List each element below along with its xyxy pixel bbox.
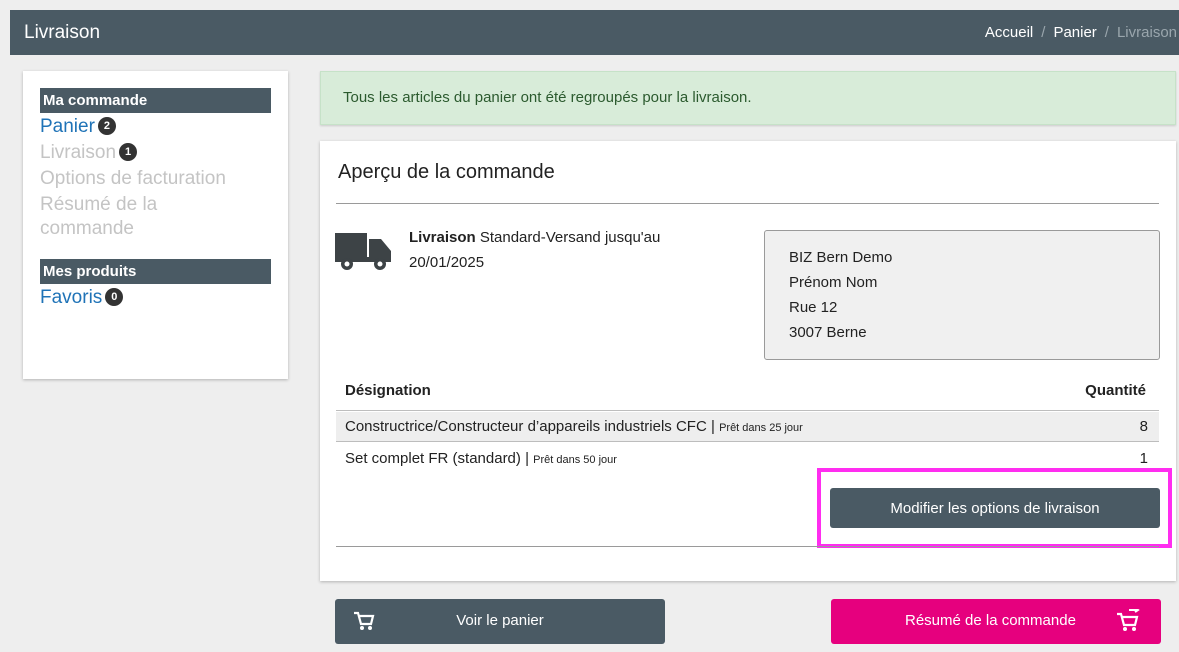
divider (336, 546, 1159, 547)
table-row: Constructrice/Constructeur d’appareils i… (336, 412, 1159, 442)
item-availability: Prêt dans 50 jour (533, 453, 617, 466)
shipping-date: 20/01/2025 (409, 254, 485, 271)
sidebar-item-favorites[interactable]: Favoris 0 (40, 286, 271, 310)
modify-delivery-options-button[interactable]: Modifier les options de livraison (830, 488, 1160, 528)
item-name: Set complet FR (standard) (345, 449, 521, 467)
delivery-count-badge: 1 (119, 142, 138, 161)
address-line: Rue 12 (789, 299, 838, 316)
table-header: Désignation Quantité (336, 371, 1159, 411)
breadcrumb-separator: / (1104, 24, 1109, 41)
order-summary-button[interactable]: Résumé de la commande (831, 599, 1161, 644)
sidebar: Ma commande Panier 2 Livraison 1 Options d… (23, 71, 288, 379)
truck-icon (335, 231, 393, 271)
row-designation: Set complet FR (standard) | Prêt dans 50… (345, 450, 617, 467)
view-cart-label: Voir le panier (456, 612, 544, 629)
row-quantity: 1 (1139, 449, 1148, 467)
address-line: Prénom Nom (789, 274, 878, 291)
shipping-method: Standard-Versand jusqu'au (479, 229, 661, 246)
sidebar-heading-products: Mes produits (40, 259, 271, 284)
order-overview-card: Aperçu de la commande Livraison Standard… (320, 141, 1176, 581)
item-availability: Prêt dans 25 jour (719, 422, 803, 434)
table-row: Set complet FR (standard) | Prêt dans 50… (336, 443, 1159, 473)
sidebar-item-billing-options: Options de facturation (40, 168, 226, 189)
page-title: Livraison (24, 21, 101, 43)
sidebar-item-label: Livraison (40, 142, 117, 163)
address-line: 3007 Berne (789, 324, 867, 341)
favorites-count-badge: 0 (105, 287, 124, 306)
shipping-label: Livraison (409, 229, 476, 246)
column-designation: Désignation (345, 382, 431, 399)
cart-arrow-icon (1116, 607, 1142, 637)
top-bar: Livraison Accueil / Panier / Livraison (10, 10, 1179, 55)
breadcrumb-current: Livraison (1116, 24, 1177, 41)
item-name: Constructrice/Constructeur d’appareils i… (345, 418, 707, 435)
sidebar-item-label: Favoris (40, 287, 103, 308)
item-separator: | (710, 418, 715, 435)
row-designation: Constructrice/Constructeur d’appareils i… (345, 418, 803, 435)
breadcrumb-cart[interactable]: Panier (1053, 24, 1096, 41)
shipping-info: Livraison Standard-Versand jusqu'au 20/0… (409, 225, 729, 275)
row-quantity: 8 (1139, 418, 1148, 435)
address-line: BIZ Bern Demo (789, 249, 893, 266)
view-cart-button[interactable]: Voir le panier (335, 599, 665, 644)
cart-count-badge: 2 (97, 116, 116, 135)
item-separator: | (525, 449, 529, 467)
delivery-address: BIZ Bern Demo Prénom Nom Rue 12 3007 Ber… (764, 230, 1160, 360)
sidebar-item-delivery: Livraison 1 (40, 141, 271, 165)
column-quantity: Quantité (1085, 382, 1146, 399)
overview-title: Aperçu de la commande (338, 161, 555, 183)
breadcrumb: Accueil / Panier / Livraison (985, 24, 1179, 41)
breadcrumb-separator: / (1041, 24, 1046, 41)
sidebar-item-order-summary: Résumé de la commande (40, 194, 158, 239)
order-summary-label: Résumé de la commande (905, 612, 1076, 629)
divider (336, 203, 1159, 204)
sidebar-item-label: Panier (40, 116, 95, 137)
breadcrumb-home[interactable]: Accueil (985, 24, 1033, 41)
success-alert: Tous les articles du panier ont été regr… (320, 71, 1176, 125)
sidebar-heading-order: Ma commande (40, 88, 271, 113)
sidebar-item-cart[interactable]: Panier 2 (40, 115, 271, 139)
